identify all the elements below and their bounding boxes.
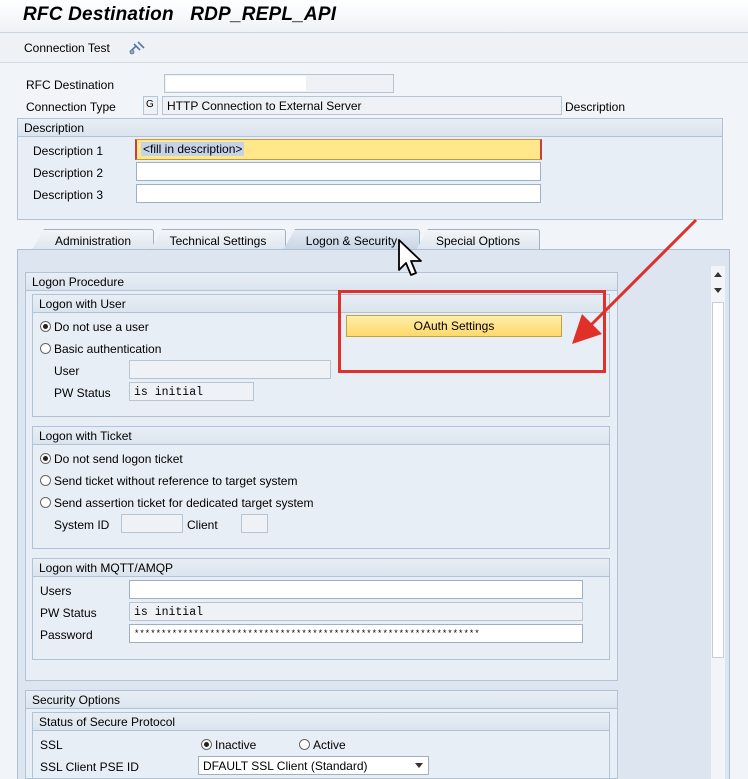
ssl-label: SSL <box>40 738 63 752</box>
connection-type-code[interactable]: G <box>143 96 158 115</box>
tab-technical-settings[interactable]: Technical Settings <box>150 229 286 250</box>
radio-ssl-inactive-label: Inactive <box>215 738 257 752</box>
radio-assertion-ticket-label: Send assertion ticket for dedicated targ… <box>54 496 314 510</box>
user-input[interactable] <box>129 360 331 379</box>
radio-ssl-active[interactable]: Active <box>299 738 346 752</box>
mqtt-pw-status-label: PW Status <box>40 606 97 620</box>
client-label: Client <box>187 518 218 532</box>
radio-assertion-ticket[interactable]: Send assertion ticket for dedicated targ… <box>40 496 313 510</box>
scroll-down-icon[interactable] <box>713 286 723 294</box>
red-arrow-icon <box>572 218 698 344</box>
rfc-destination-label: RFC Destination <box>26 78 115 92</box>
radio-no-ticket[interactable]: Do not send logon ticket <box>40 452 183 466</box>
tab-administration[interactable]: Administration <box>32 229 154 250</box>
scroll-thumb[interactable] <box>712 302 724 658</box>
system-id-label: System ID <box>54 518 110 532</box>
mqtt-users-label: Users <box>40 584 72 598</box>
client-input[interactable] <box>241 514 268 533</box>
connection-test-button[interactable]: Connection Test <box>24 41 110 55</box>
connection-test-icon[interactable] <box>128 40 146 56</box>
ssl-client-pse-value: DFAULT SSL Client (Standard) <box>203 759 368 773</box>
radio-basic-auth-label: Basic authentication <box>54 342 162 356</box>
mqtt-users-input[interactable] <box>129 580 583 599</box>
logon-with-mqtt-title: Logon with MQTT/AMQP <box>33 559 609 577</box>
radio-no-ticket-label: Do not send logon ticket <box>54 452 183 466</box>
description-3-label: Description 3 <box>33 188 104 202</box>
description-2-label: Description 2 <box>33 166 104 180</box>
connection-type-field: HTTP Connection to External Server <box>162 96 562 115</box>
connection-type-label: Connection Type <box>26 100 116 114</box>
user-label: User <box>54 364 80 378</box>
radio-no-user[interactable]: Do not use a user <box>40 320 149 334</box>
ssl-client-pse-label: SSL Client PSE ID <box>40 760 139 774</box>
description-1-label: Description 1 <box>33 144 104 158</box>
mouse-cursor-icon <box>398 239 422 276</box>
radio-ssl-inactive[interactable]: Inactive <box>201 738 256 752</box>
vertical-scrollbar[interactable] <box>711 266 725 779</box>
tab-special-options[interactable]: Special Options <box>416 229 540 250</box>
description-group-title: Description <box>18 119 722 137</box>
system-id-input[interactable] <box>121 514 183 533</box>
radio-basic-auth[interactable]: Basic authentication <box>40 342 161 356</box>
radio-ssl-active-icon[interactable] <box>299 739 310 750</box>
logon-procedure-title: Logon Procedure <box>26 273 617 291</box>
description-label: Description <box>565 100 626 114</box>
scroll-up-icon[interactable] <box>713 270 723 278</box>
radio-ssl-inactive-icon[interactable] <box>201 739 212 750</box>
radio-no-ticket-icon[interactable] <box>40 453 51 464</box>
radio-no-user-label: Do not use a user <box>54 320 149 334</box>
radio-ticket-no-ref-label: Send ticket without reference to target … <box>54 474 298 488</box>
window-title: RFC Destination RDP_REPL_API <box>23 4 337 25</box>
radio-no-user-icon[interactable] <box>40 321 51 332</box>
radio-ssl-active-label: Active <box>313 738 346 752</box>
ssl-client-pse-select[interactable]: DFAULT SSL Client (Standard) <box>198 756 429 775</box>
description-2-input[interactable] <box>136 162 541 181</box>
radio-ticket-no-ref[interactable]: Send ticket without reference to target … <box>40 474 297 488</box>
chevron-down-icon[interactable] <box>414 762 424 769</box>
radio-basic-auth-icon[interactable] <box>40 343 51 354</box>
pw-status-field: is initial <box>129 382 254 401</box>
radio-assertion-ticket-icon[interactable] <box>40 497 51 508</box>
title-bar: RFC Destination RDP_REPL_API <box>0 0 748 33</box>
secure-protocol-title: Status of Secure Protocol <box>33 713 609 731</box>
mqtt-pw-status-field: is initial <box>129 602 583 621</box>
description-1-value: <fill in description> <box>141 142 245 156</box>
description-3-input[interactable] <box>136 184 541 203</box>
application-toolbar: Connection Test <box>0 33 748 63</box>
radio-ticket-no-ref-icon[interactable] <box>40 475 51 486</box>
description-1-input[interactable]: <fill in description> <box>135 139 542 160</box>
logon-with-ticket-title: Logon with Ticket <box>33 427 609 445</box>
pw-status-label: PW Status <box>54 386 111 400</box>
mqtt-password-input[interactable]: ****************************************… <box>129 624 583 643</box>
mqtt-password-label: Password <box>40 628 93 642</box>
rfc-destination-blur <box>166 76 306 91</box>
security-options-title: Security Options <box>26 691 617 709</box>
